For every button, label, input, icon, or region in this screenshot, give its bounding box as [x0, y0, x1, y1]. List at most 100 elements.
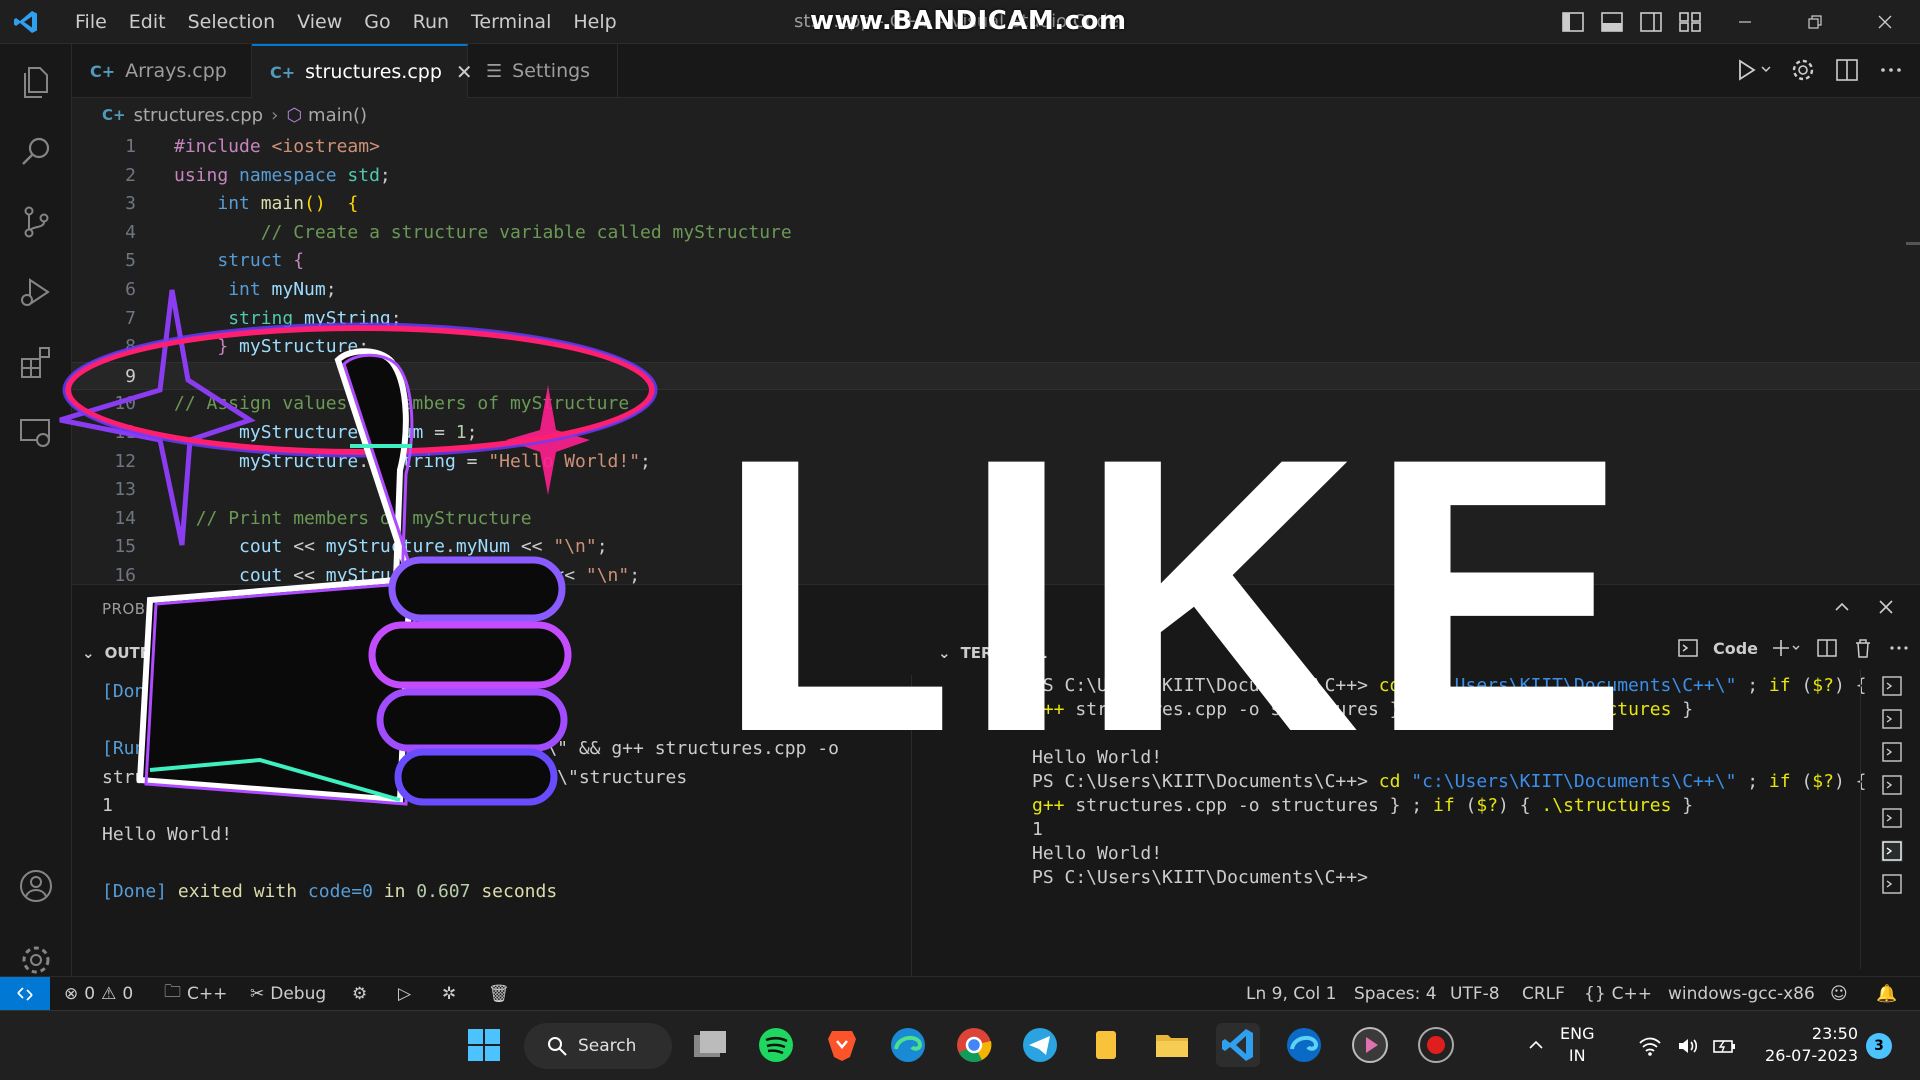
- remote-explorer-icon[interactable]: [16, 412, 56, 452]
- chrome-browser-icon[interactable]: [952, 1023, 996, 1067]
- settings-gear-icon[interactable]: [1790, 57, 1816, 83]
- input-language-indicator[interactable]: ENG IN: [1560, 1023, 1594, 1067]
- code-line[interactable]: 11 myStructure.myNum = 1;: [72, 419, 1920, 448]
- windows-start-icon[interactable]: [462, 1023, 506, 1067]
- toggle-primary-sidebar-icon[interactable]: [1560, 10, 1586, 34]
- menu-go[interactable]: Go: [353, 0, 401, 44]
- compiler-status[interactable]: windows-gcc-x86: [1668, 977, 1815, 1010]
- customize-layout-icon[interactable]: [1677, 10, 1703, 34]
- code-line[interactable]: 8 } myStructure;: [72, 333, 1920, 362]
- split-editor-icon[interactable]: [1834, 57, 1860, 83]
- vscode-taskbar-icon[interactable]: [1216, 1023, 1260, 1067]
- volume-icon[interactable]: [1676, 1035, 1700, 1057]
- bandicam-record-icon[interactable]: [1414, 1023, 1458, 1067]
- new-terminal-icon[interactable]: [1772, 637, 1802, 659]
- menu-view[interactable]: View: [286, 0, 353, 44]
- brave-browser-icon[interactable]: [820, 1023, 864, 1067]
- terminal-profile-name[interactable]: Code: [1713, 639, 1758, 658]
- panel-tab-problems[interactable]: PROBLEMS: [102, 600, 188, 618]
- code-line[interactable]: 9: [72, 361, 1920, 391]
- breadcrumb-symbol[interactable]: main(): [308, 105, 367, 126]
- language-mode-status[interactable]: {} C++: [1584, 977, 1652, 1010]
- toggle-panel-icon[interactable]: [1599, 10, 1625, 34]
- minimize-button[interactable]: [1710, 0, 1780, 44]
- notifications-button[interactable]: 🔔: [1876, 977, 1897, 1010]
- file-explorer-icon[interactable]: [1150, 1023, 1194, 1067]
- code-line[interactable]: 7 string myString;: [72, 305, 1920, 334]
- close-panel-icon[interactable]: [1876, 597, 1896, 617]
- code-line[interactable]: 6 int myNum;: [72, 276, 1920, 305]
- kill-terminal-trash-icon[interactable]: [1852, 637, 1874, 659]
- close-window-button[interactable]: [1850, 0, 1920, 44]
- edge-dev-icon[interactable]: [1282, 1023, 1326, 1067]
- encoding-status[interactable]: UTF-8: [1450, 977, 1500, 1010]
- manage-gear-icon[interactable]: [16, 940, 56, 980]
- more-actions-icon[interactable]: [1878, 57, 1904, 83]
- terminal-pane-header[interactable]: ⌄ TERMINAL: [938, 635, 1047, 671]
- edge-browser-icon[interactable]: [886, 1023, 930, 1067]
- code-line[interactable]: 1 #include <iostream>: [72, 133, 1920, 162]
- code-line[interactable]: 12 myStructure.myString = "Hello World!"…: [72, 448, 1920, 477]
- menu-edit[interactable]: Edit: [118, 0, 177, 44]
- task-view-icon[interactable]: [688, 1023, 732, 1067]
- code-line[interactable]: 4 // Create a structure variable called …: [72, 219, 1920, 248]
- scrollbar-marker[interactable]: [1906, 242, 1920, 245]
- tab-settings[interactable]: ☰ Settings: [468, 44, 618, 98]
- run-and-debug-icon[interactable]: [16, 272, 56, 312]
- remote-indicator-button[interactable]: [0, 977, 50, 1010]
- menu-help[interactable]: Help: [562, 0, 627, 44]
- output-pane-header[interactable]: ⌄ OUTPUT: [82, 635, 173, 671]
- media-player-icon[interactable]: [1348, 1023, 1392, 1067]
- accounts-icon[interactable]: [16, 866, 56, 906]
- extensions-icon[interactable]: [16, 342, 56, 382]
- show-hidden-icons-chevron[interactable]: [1526, 1035, 1546, 1055]
- feedback-button[interactable]: ☺: [1830, 977, 1848, 1010]
- source-control-icon[interactable]: [16, 202, 56, 242]
- terminal-instance-icon-active[interactable]: [1881, 840, 1903, 862]
- menu-selection[interactable]: Selection: [177, 0, 287, 44]
- code-line[interactable]: 2 using namespace std;: [72, 162, 1920, 191]
- code-line[interactable]: 16 cout << myStructure.myString << "\n";: [72, 562, 1920, 584]
- menu-terminal[interactable]: Terminal: [460, 0, 562, 44]
- code-line[interactable]: 3 int main() {: [72, 190, 1920, 219]
- telegram-icon[interactable]: [1018, 1023, 1062, 1067]
- build-gear-button[interactable]: ⚙: [352, 977, 367, 1010]
- cursor-position[interactable]: Ln 9, Col 1: [1246, 977, 1337, 1010]
- code-line[interactable]: 10 // Assign values to members of myStruc…: [72, 390, 1920, 419]
- clean-button[interactable]: 🗑: [488, 977, 510, 1010]
- code-line[interactable]: 14 // Print members of myStructure: [72, 505, 1920, 534]
- tab-structures-cpp[interactable]: C+ structures.cpp ✕: [252, 44, 473, 98]
- more-actions-icon[interactable]: [1888, 637, 1910, 659]
- terminal-instance-icon[interactable]: [1881, 807, 1903, 829]
- eol-status[interactable]: CRLF: [1522, 977, 1565, 1010]
- notification-badge[interactable]: 3: [1866, 1033, 1892, 1059]
- run-button[interactable]: ▷: [398, 977, 411, 1010]
- terminal-instance-icon[interactable]: [1881, 774, 1903, 796]
- code-editor[interactable]: 1 #include <iostream> 2 using namespace std…: [72, 132, 1920, 584]
- search-icon[interactable]: [16, 132, 56, 172]
- terminal-instance-icon[interactable]: [1881, 741, 1903, 763]
- debug-status[interactable]: ✂ Debug: [250, 977, 326, 1010]
- sticky-notes-icon[interactable]: [1084, 1023, 1128, 1067]
- taskbar-search[interactable]: Search: [524, 1023, 672, 1069]
- problems-status[interactable]: ⊗ 0 ⚠ 0: [64, 977, 133, 1010]
- wifi-icon[interactable]: [1638, 1035, 1662, 1057]
- toggle-secondary-sidebar-icon[interactable]: [1638, 10, 1664, 34]
- system-clock[interactable]: 23:50 26-07-2023: [1758, 1023, 1858, 1067]
- maximize-panel-icon[interactable]: [1832, 597, 1852, 617]
- battery-charging-icon[interactable]: [1712, 1035, 1738, 1057]
- debug-bug-button[interactable]: ✲: [442, 977, 456, 1010]
- spotify-icon[interactable]: [754, 1023, 798, 1067]
- terminal-instance-icon[interactable]: [1881, 873, 1903, 895]
- output-pane[interactable]: [Done] exited with code=0 in 0.5 seconds…: [72, 675, 912, 977]
- language-config-status[interactable]: 🗀 C++: [164, 977, 227, 1010]
- terminal-instance-icon[interactable]: [1881, 675, 1903, 697]
- code-line[interactable]: 5 struct {: [72, 247, 1920, 276]
- breadcrumb-file[interactable]: structures.cpp: [134, 105, 264, 126]
- code-line[interactable]: 15 cout << myStructure.myNum << "\n";: [72, 533, 1920, 562]
- split-terminal-icon[interactable]: [1816, 637, 1838, 659]
- indentation-status[interactable]: Spaces: 4: [1354, 977, 1437, 1010]
- menu-run[interactable]: Run: [402, 0, 460, 44]
- code-line[interactable]: 13: [72, 476, 1920, 505]
- menu-file[interactable]: File: [64, 0, 118, 44]
